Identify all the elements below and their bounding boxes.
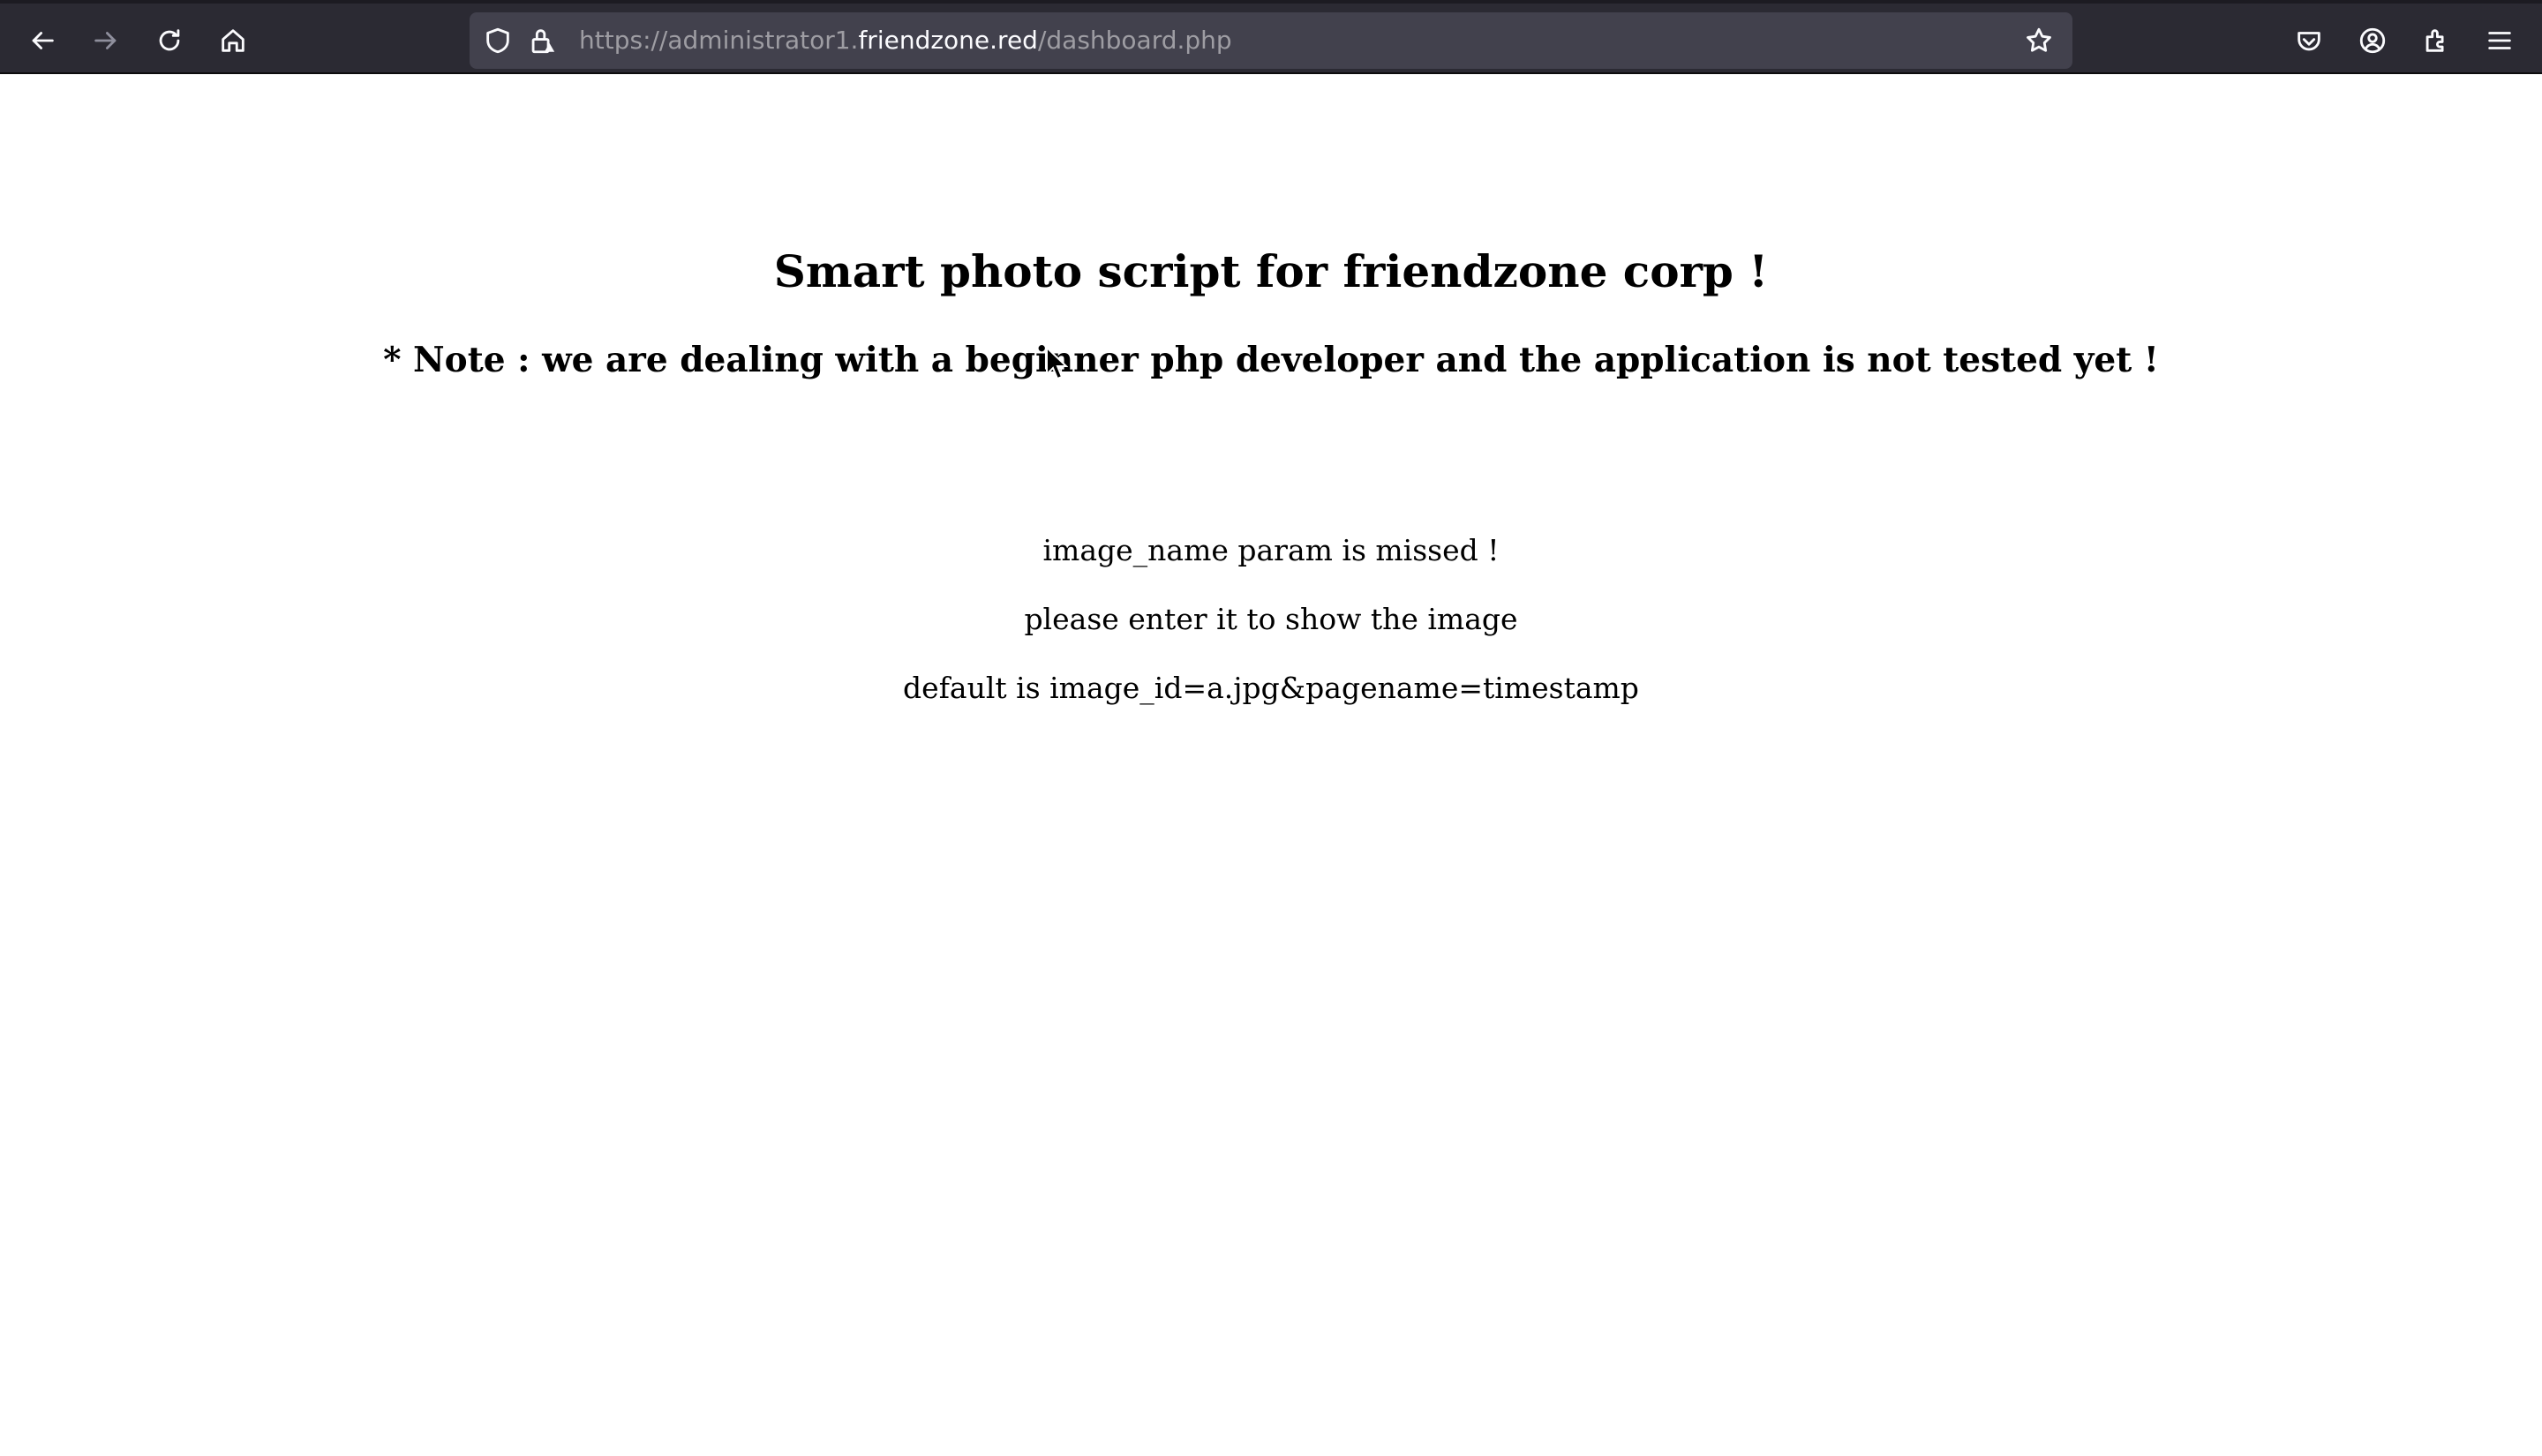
account-button[interactable] [2351, 19, 2394, 62]
missing-param-message: image_name param is missed ! [1042, 533, 1500, 567]
instruction-message: please enter it to show the image [1024, 602, 1518, 636]
pocket-button[interactable] [2288, 19, 2330, 62]
url-prefix: https://administrator1. [579, 26, 859, 55]
back-arrow-icon [32, 32, 54, 49]
developer-note: * Note : we are dealing with a beginner … [383, 340, 2159, 380]
star-icon [2027, 27, 2051, 52]
menu-button[interactable] [2478, 19, 2521, 62]
url-domain: friendzone.red [858, 26, 1038, 55]
page-content: Smart photo script for friendzone corp !… [0, 76, 2542, 1456]
bookmark-star-button[interactable] [2023, 25, 2055, 56]
forward-button[interactable] [85, 19, 127, 62]
back-button[interactable] [21, 19, 64, 62]
url-path: /dashboard.php [1037, 26, 1232, 55]
pocket-icon [2298, 32, 2320, 51]
url-text[interactable]: https://administrator1.friendzone.red/da… [579, 12, 1232, 69]
lock-icon[interactable] [526, 25, 558, 56]
hamburger-menu-icon [2488, 32, 2511, 49]
home-icon [222, 29, 244, 52]
reload-button[interactable] [148, 19, 191, 62]
home-button[interactable] [212, 19, 254, 62]
forward-arrow-icon [94, 32, 117, 49]
url-bar[interactable]: https://administrator1.friendzone.red/da… [470, 12, 2072, 69]
extensions-button[interactable] [2415, 19, 2457, 62]
mouse-cursor-icon [1046, 346, 1068, 380]
reload-icon [159, 29, 180, 51]
browser-toolbar: https://administrator1.friendzone.red/da… [0, 0, 2542, 74]
default-param-message: default is image_id=a.jpg&pagename=times… [903, 671, 1639, 705]
account-icon [2359, 27, 2386, 54]
shield-icon[interactable] [482, 25, 514, 56]
extensions-icon [2425, 29, 2444, 52]
page-title: Smart photo script for friendzone corp ! [773, 245, 1769, 297]
